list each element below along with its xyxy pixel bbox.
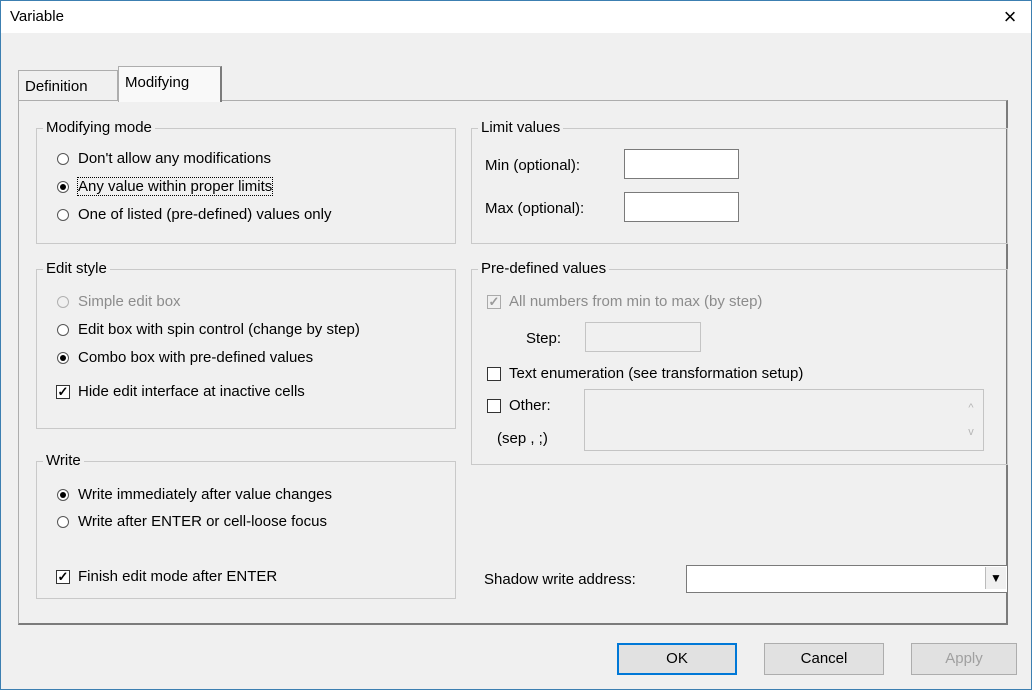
checkbox-other[interactable]: Other: — [487, 397, 551, 414]
radio-combo-box[interactable]: Combo box with pre-defined values — [57, 349, 313, 366]
checkbox-finish-edit[interactable]: ✓ Finish edit mode after ENTER — [56, 568, 277, 585]
checkbox-label: Finish edit mode after ENTER — [78, 568, 278, 585]
cancel-button[interactable]: Cancel — [764, 643, 884, 675]
apply-button: Apply — [911, 643, 1017, 675]
radio-label: Combo box with pre-defined values — [78, 349, 314, 366]
checkbox-label: Hide edit interface at inactive cells — [78, 383, 305, 400]
radio-no-modify[interactable]: Don't allow any modifications — [57, 150, 271, 167]
edit-style-title: Edit style — [43, 260, 110, 277]
radio-label: Any value within proper limits — [76, 177, 274, 196]
shadow-write-combo[interactable]: ▼ — [686, 565, 1008, 593]
radio-button[interactable] — [57, 152, 69, 165]
other-sep-label: (sep , ;) — [497, 430, 548, 447]
chevron-down-icon[interactable]: ▼ — [985, 567, 1006, 589]
check-icon[interactable]: ✓ — [56, 384, 70, 399]
checkbox-label: Other: — [509, 397, 551, 414]
chevron-up-icon: ^ — [968, 402, 974, 414]
radio-button[interactable] — [57, 180, 69, 193]
radio-button[interactable] — [57, 515, 69, 528]
min-input[interactable] — [624, 149, 739, 179]
checkbox-label: All numbers from min to max (by step) — [509, 293, 763, 310]
check-icon[interactable]: ✓ — [56, 569, 70, 584]
radio-button[interactable] — [57, 488, 69, 501]
title-bar: Variable × — [1, 1, 1031, 33]
radio-label: Write immediately after value changes — [78, 486, 333, 503]
checkbox-hide-edit[interactable]: ✓ Hide edit interface at inactive cells — [56, 383, 305, 400]
radio-write-after-enter[interactable]: Write after ENTER or cell-loose focus — [57, 513, 327, 530]
radio-spin-control[interactable]: Edit box with spin control (change by st… — [57, 321, 360, 338]
step-input — [585, 322, 701, 352]
chevron-down-icon: v — [968, 426, 974, 438]
shadow-write-label: Shadow write address: — [484, 571, 636, 588]
radio-button[interactable] — [57, 323, 69, 336]
radio-label: Edit box with spin control (change by st… — [78, 321, 360, 338]
predefined-values-title: Pre-defined values — [478, 260, 610, 277]
max-label: Max (optional): — [485, 200, 585, 217]
modifying-mode-title: Modifying mode — [43, 119, 155, 136]
tab-definition[interactable]: Definition — [18, 70, 118, 100]
close-icon[interactable]: × — [995, 3, 1025, 31]
limit-values-title: Limit values — [478, 119, 564, 136]
step-label: Step: — [526, 330, 562, 347]
checkbox-box[interactable] — [487, 398, 501, 413]
radio-button[interactable] — [57, 351, 69, 364]
other-textarea: ^ v — [584, 389, 984, 451]
radio-button — [57, 295, 69, 308]
checkbox-box[interactable] — [487, 366, 501, 381]
checkbox-all-numbers: ✓ All numbers from min to max (by step) — [487, 293, 762, 310]
min-label: Min (optional): — [485, 157, 581, 174]
radio-label: Write after ENTER or cell-loose focus — [78, 513, 327, 530]
limit-values-group: Limit values — [471, 119, 1008, 244]
radio-any-value[interactable]: Any value within proper limits — [57, 177, 274, 196]
check-icon: ✓ — [487, 293, 501, 309]
radio-listed-values[interactable]: One of listed (pre-defined) values only — [57, 206, 331, 223]
radio-simple-edit: Simple edit box — [57, 293, 181, 310]
checkbox-text-enumeration[interactable]: Text enumeration (see transformation set… — [487, 365, 803, 382]
ok-button[interactable]: OK — [617, 643, 737, 675]
write-title: Write — [43, 452, 84, 469]
radio-label: Simple edit box — [78, 293, 181, 310]
tab-definition-label: Definition — [25, 78, 88, 95]
checkbox-label: Text enumeration (see transformation set… — [509, 365, 804, 382]
window-title: Variable — [10, 8, 64, 25]
tab-modifying-label: Modifying — [125, 74, 190, 91]
radio-label: One of listed (pre-defined) values only — [78, 206, 332, 223]
tab-modifying[interactable]: Modifying — [118, 66, 222, 102]
max-input[interactable] — [624, 192, 739, 222]
radio-button[interactable] — [57, 208, 69, 221]
radio-label: Don't allow any modifications — [78, 150, 271, 167]
textarea-scrollbar: ^ v — [961, 396, 981, 444]
radio-write-immediately[interactable]: Write immediately after value changes — [57, 486, 332, 503]
